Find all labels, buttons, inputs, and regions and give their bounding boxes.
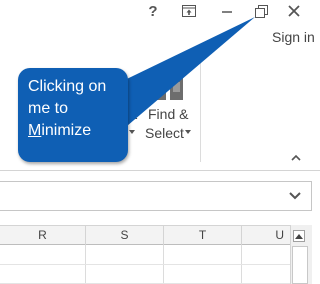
minimize-button[interactable] xyxy=(216,0,238,22)
ribbon-bottom-border xyxy=(0,170,320,171)
ribbon-display-options-button[interactable] xyxy=(178,0,200,22)
chevron-down-icon xyxy=(289,192,301,200)
column-header-u[interactable]: U xyxy=(242,225,290,245)
collapse-ribbon-button[interactable] xyxy=(288,150,304,164)
find-select-dropdown-caret[interactable] xyxy=(185,130,191,134)
close-button[interactable] xyxy=(283,0,305,22)
callout-line-3-rest: inimize xyxy=(41,122,92,139)
callout-line-3: Minimize xyxy=(28,120,122,142)
expand-formula-bar-button[interactable] xyxy=(286,188,304,204)
column-header-r[interactable]: R xyxy=(0,225,86,245)
restore-down-icon xyxy=(254,4,268,18)
scroll-up-button[interactable] xyxy=(293,230,305,242)
restore-down-button[interactable] xyxy=(250,0,272,22)
callout-line-1: Clicking on xyxy=(28,78,107,95)
help-button[interactable]: ? xyxy=(142,0,164,22)
formula-input[interactable] xyxy=(0,181,312,211)
find-select-label-line1[interactable]: Find & xyxy=(148,106,188,122)
ribbon-display-options-icon xyxy=(182,5,196,17)
previous-group-dropdown-caret xyxy=(129,130,135,134)
cell-gridline xyxy=(0,264,290,265)
callout-underlined-letter: M xyxy=(28,122,42,139)
find-select-label-line2[interactable]: Select xyxy=(145,125,184,141)
scrollbar-thumb[interactable] xyxy=(292,246,308,284)
sign-in-link[interactable]: Sign in xyxy=(272,29,315,45)
column-header-s[interactable]: S xyxy=(86,225,164,245)
chevron-up-icon xyxy=(291,154,301,161)
help-icon: ? xyxy=(148,2,158,20)
column-header-t[interactable]: T xyxy=(164,225,242,245)
ribbon-group-separator xyxy=(200,62,201,162)
scroll-up-icon xyxy=(295,234,303,239)
close-icon xyxy=(288,5,300,17)
binoculars-icon[interactable] xyxy=(150,68,186,102)
minimize-callout: Clicking on me to Minimize xyxy=(18,68,128,162)
callout-line-2: me to xyxy=(28,100,69,117)
previous-group-label-fragment: & xyxy=(128,106,138,122)
minimize-icon xyxy=(222,11,232,13)
